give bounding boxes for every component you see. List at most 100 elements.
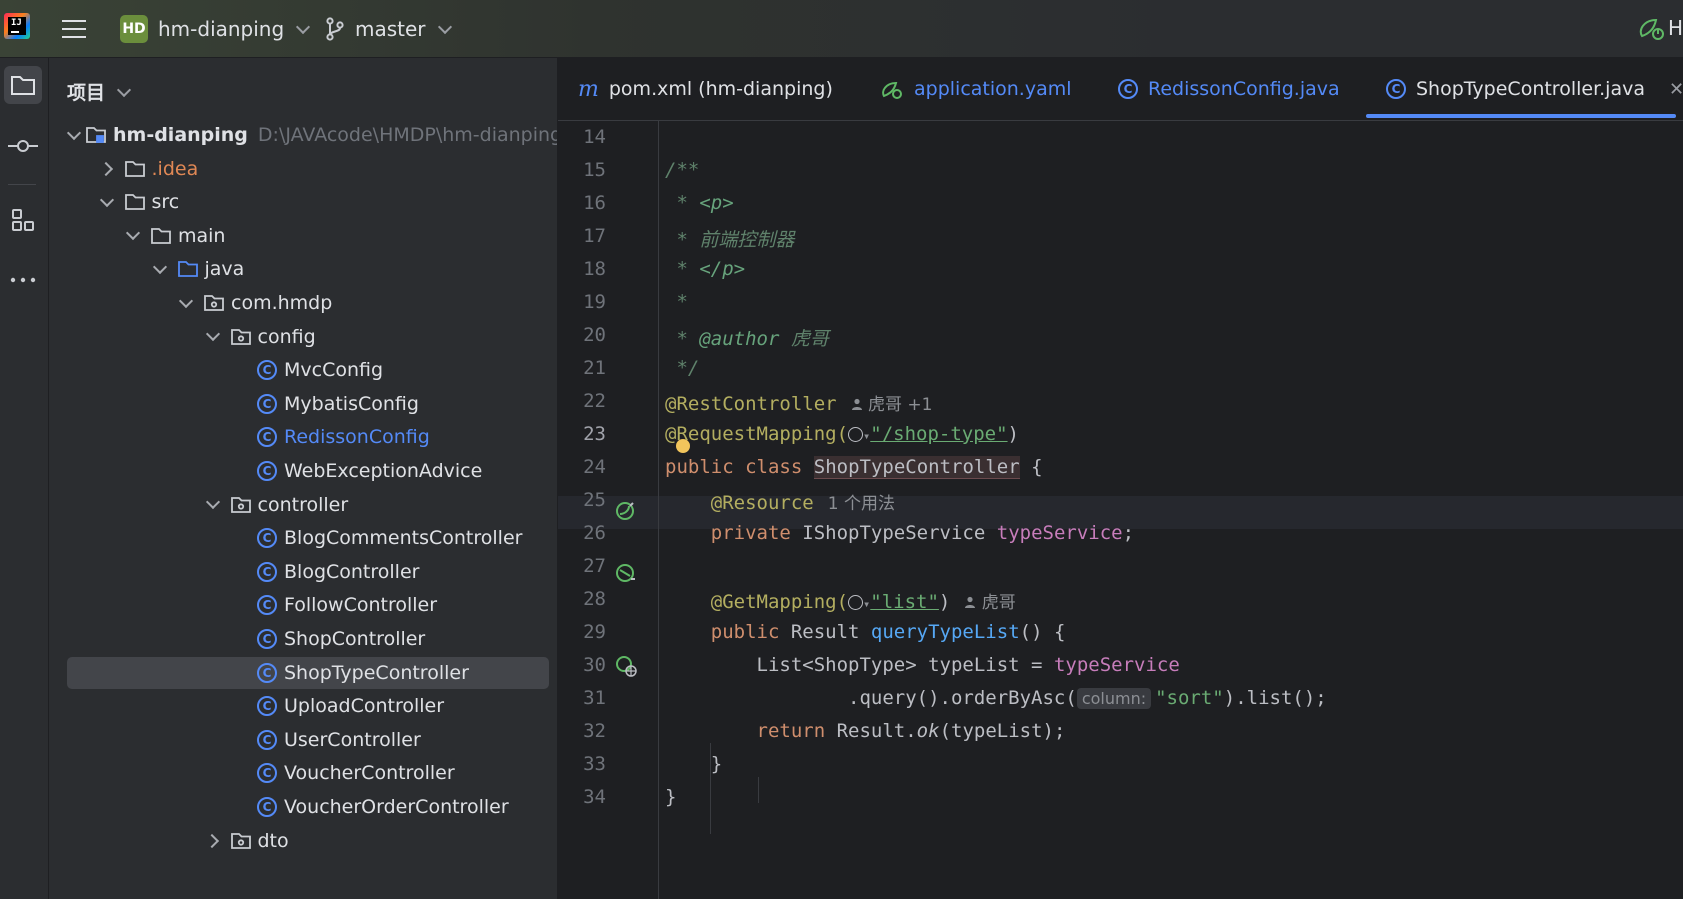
tree-item[interactable]: C UploadController bbox=[49, 689, 549, 723]
folder-icon bbox=[150, 225, 172, 247]
tree-item[interactable]: C UserController bbox=[49, 723, 549, 757]
tree-item[interactable]: C ShopController bbox=[49, 622, 549, 656]
tree-item-label: .idea bbox=[151, 157, 199, 180]
globe-icon[interactable] bbox=[848, 427, 864, 442]
code-text: { bbox=[1019, 456, 1043, 478]
chevron-down-icon[interactable] bbox=[122, 226, 144, 241]
tree-item[interactable]: C BlogController bbox=[49, 555, 549, 589]
author-inlay-hint[interactable]: 虎哥 bbox=[964, 593, 1016, 613]
tree-item[interactable]: config bbox=[49, 320, 549, 354]
structure-tool-button[interactable] bbox=[4, 201, 42, 239]
endpoint-gutter-icon[interactable] bbox=[614, 654, 638, 678]
chevron-down-icon[interactable] bbox=[149, 259, 171, 274]
project-switcher[interactable]: HD hm-dianping bbox=[120, 0, 311, 57]
tree-item[interactable]: C ShopTypeController bbox=[49, 656, 549, 690]
class-icon: C bbox=[256, 594, 278, 616]
folder-icon bbox=[124, 191, 146, 213]
tree-item[interactable]: C WebExceptionAdvice bbox=[49, 454, 549, 488]
code-line-30: .query().orderByAsc(column: "sort").list(… bbox=[665, 687, 1327, 709]
tree-item[interactable]: .idea bbox=[49, 152, 549, 186]
project-tool-window: 项目 hm-dianping D:\JAVAcode\HMDP\hm-dianpi… bbox=[49, 58, 557, 899]
autowired-gutter-icon[interactable] bbox=[614, 561, 638, 585]
tree-item[interactable]: C RedissonConfig bbox=[49, 420, 549, 454]
tab-redisson-config[interactable]: C RedissonConfig.java bbox=[1118, 58, 1340, 120]
tab-pom-xml[interactable]: m pom.xml (hm-dianping) bbox=[578, 58, 833, 120]
author-inlay-hint[interactable]: 虎哥 +1 bbox=[851, 395, 932, 415]
folder-icon bbox=[124, 158, 146, 180]
tree-item-label: VoucherController bbox=[284, 762, 455, 785]
structure-icon bbox=[12, 209, 34, 231]
line-number: 20 bbox=[583, 324, 606, 346]
package-icon bbox=[203, 292, 225, 314]
vcs-branch-switcher[interactable]: master bbox=[325, 0, 452, 57]
line-number: 26 bbox=[583, 522, 606, 544]
code-editor[interactable]: 1314151617181920212223242526272829303132… bbox=[558, 121, 1683, 899]
code-text: ; bbox=[1122, 522, 1135, 544]
tool-window-strip bbox=[0, 58, 49, 899]
code-text: Result. bbox=[825, 720, 917, 742]
chevron-down-icon[interactable] bbox=[202, 495, 224, 510]
chevron-down-icon bbox=[296, 19, 311, 34]
tab-shop-type-controller[interactable]: C ShopTypeController.java ✕ bbox=[1386, 58, 1683, 120]
globe-icon[interactable] bbox=[848, 595, 864, 610]
main-menu-button[interactable] bbox=[62, 0, 92, 57]
comment-text: * bbox=[665, 258, 700, 280]
run-widget[interactable]: H bbox=[1636, 14, 1683, 42]
more-tools-button[interactable] bbox=[4, 261, 42, 299]
tree-item[interactable]: hm-dianping D:\JAVAcode\HMDP\hm-dianping bbox=[49, 118, 557, 152]
git-branch-icon bbox=[326, 16, 344, 41]
line-number: 24 bbox=[583, 456, 606, 478]
keyword: return bbox=[756, 720, 826, 742]
chevron-down-icon[interactable] bbox=[202, 327, 224, 342]
code-line-31: return Result.ok(typeList); bbox=[665, 720, 1066, 742]
comment-tag: </p> bbox=[699, 258, 746, 280]
tree-item[interactable]: dto bbox=[49, 824, 549, 858]
active-tab-indicator bbox=[1366, 114, 1676, 118]
more-horizontal-icon bbox=[10, 277, 36, 283]
line-number: 14 bbox=[583, 126, 606, 148]
class-icon: C bbox=[256, 359, 278, 381]
class-icon: C bbox=[256, 393, 278, 415]
line-number: 22 bbox=[583, 390, 606, 412]
chevron-down-icon[interactable] bbox=[175, 293, 197, 308]
class-icon: C bbox=[256, 426, 278, 448]
tab-application-yaml[interactable]: application.yaml bbox=[880, 58, 1072, 120]
line-number: 19 bbox=[583, 291, 606, 313]
annotation: @Resource bbox=[710, 492, 814, 514]
project-view-selector[interactable]: 项目 bbox=[67, 78, 132, 105]
project-name: hm-dianping bbox=[158, 16, 285, 41]
tree-item-label: VoucherOrderController bbox=[284, 796, 509, 818]
chevron-down-icon[interactable] bbox=[96, 192, 118, 207]
string-literal: "sort" bbox=[1155, 687, 1224, 709]
line-number: 33 bbox=[583, 753, 606, 775]
tree-item[interactable]: C VoucherOrderController bbox=[49, 790, 549, 824]
tree-item[interactable]: java bbox=[49, 252, 549, 286]
commit-tool-button[interactable] bbox=[4, 127, 42, 165]
code-line-19: * @author 虎哥 bbox=[665, 324, 828, 351]
tab-label: RedissonConfig.java bbox=[1148, 78, 1340, 100]
method-name: queryTypeList bbox=[870, 621, 1020, 643]
tree-item[interactable]: C MvcConfig bbox=[49, 353, 549, 387]
chevron-right-icon[interactable] bbox=[202, 833, 224, 848]
chevron-right-icon[interactable] bbox=[96, 161, 118, 176]
type-name: Result bbox=[779, 621, 871, 643]
tree-item[interactable]: main bbox=[49, 219, 549, 253]
tree-item[interactable]: src bbox=[49, 185, 549, 219]
chevron-down-icon[interactable] bbox=[66, 125, 82, 140]
tree-item[interactable]: C VoucherController bbox=[49, 756, 549, 790]
spring-bean-gutter-icon[interactable] bbox=[614, 499, 638, 523]
tree-item[interactable]: controller bbox=[49, 488, 549, 522]
line-number: 25 bbox=[583, 489, 606, 511]
author-hint-text: 虎哥 bbox=[981, 593, 1016, 613]
usages-inlay-hint[interactable]: 1 个用法 bbox=[828, 494, 895, 514]
tree-item-label: BlogCommentsController bbox=[284, 527, 523, 550]
tree-item[interactable]: com.hmdp bbox=[49, 286, 549, 320]
tree-item[interactable]: C FollowController bbox=[49, 588, 549, 622]
comment-tag: @author bbox=[699, 328, 780, 350]
close-tab-icon[interactable]: ✕ bbox=[1669, 79, 1683, 100]
tree-item[interactable]: C MybatisConfig bbox=[49, 387, 549, 421]
line-number: 31 bbox=[583, 687, 606, 709]
tree-item[interactable]: C BlogCommentsController bbox=[49, 521, 549, 555]
intellij-logo-icon[interactable]: IJ bbox=[4, 13, 30, 39]
project-tool-button[interactable] bbox=[4, 66, 42, 104]
